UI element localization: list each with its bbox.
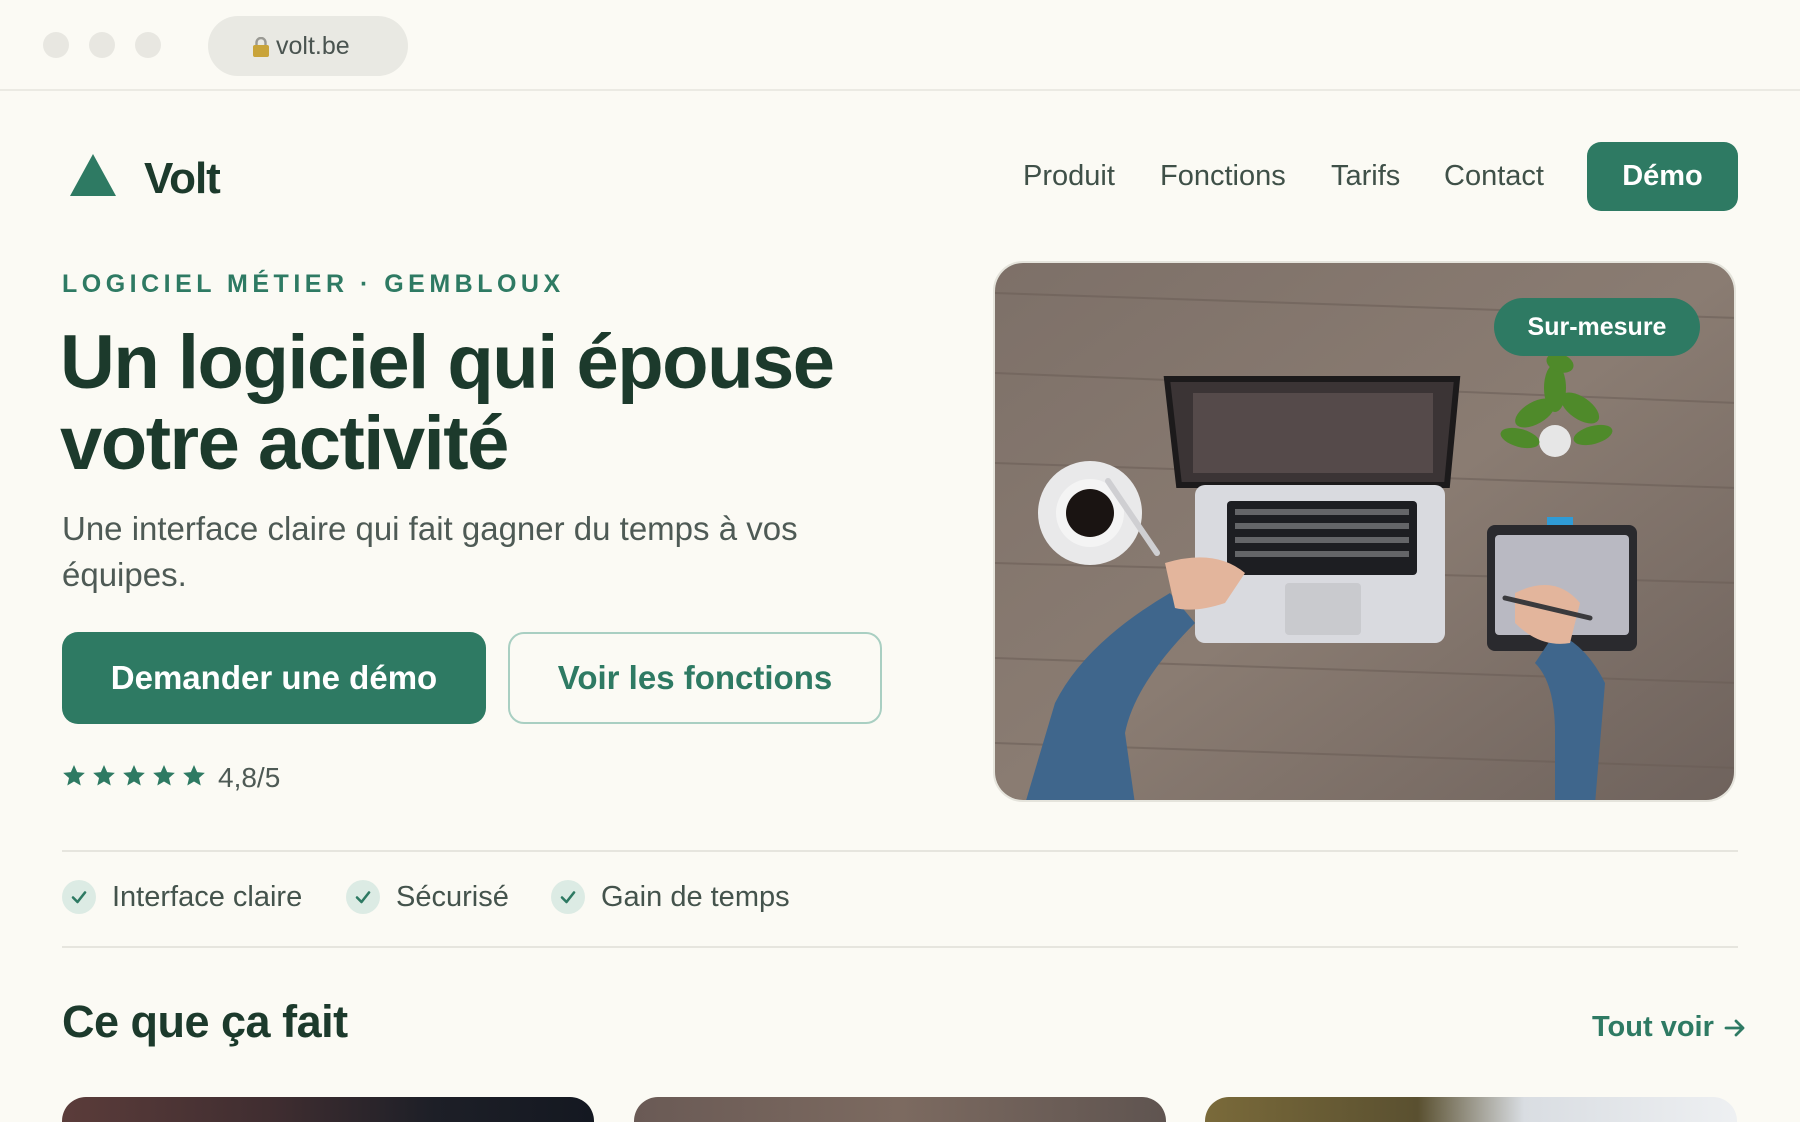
image-badge: Sur-mesure (1494, 298, 1700, 356)
feature-item: Gain de temps (551, 880, 790, 914)
divider (62, 850, 1738, 852)
hero-subtitle: Une interface claire qui fait gagner du … (62, 510, 798, 593)
rating-value: 4,8/5 (218, 762, 281, 793)
nav-link-fonctions[interactable]: Fonctions (1160, 160, 1286, 193)
star-icon (63, 764, 85, 786)
feature-label: Interface claire (112, 880, 303, 913)
nav-link-tarifs[interactable]: Tarifs (1331, 160, 1400, 193)
star-icon (153, 764, 175, 786)
window-minimize-button[interactable] (89, 32, 115, 58)
hero-title-line-2: votre activité (60, 401, 509, 486)
see-all-label: Tout voir (1592, 1011, 1714, 1043)
check-icon (551, 880, 585, 914)
feature-card[interactable] (634, 1097, 1166, 1122)
url-text: volt.be (276, 31, 350, 60)
hero-title: Un logiciel qui épouse votre activité (60, 322, 920, 484)
check-icon (346, 880, 380, 914)
nav-link-produit[interactable]: Produit (1023, 160, 1115, 193)
hero-eyebrow: LOGICIEL MÉTIER · GEMBLOUX (62, 270, 565, 298)
lock-icon (253, 37, 269, 57)
arrow-right-icon (1724, 1019, 1745, 1036)
feature-card[interactable] (1205, 1097, 1737, 1122)
star-icon (183, 764, 205, 786)
see-all-link[interactable]: Tout voir (1592, 1011, 1746, 1044)
logo-triangle-icon[interactable] (69, 153, 117, 197)
address-bar[interactable]: volt.be (208, 16, 408, 76)
request-demo-button[interactable]: Demander une démo (62, 632, 486, 724)
section-title: Ce que ça fait (62, 996, 348, 1047)
feature-item: Sécurisé (346, 880, 509, 914)
demo-button[interactable]: Démo (1587, 142, 1738, 211)
hero-title-line-1: Un logiciel qui épouse (60, 320, 835, 405)
rating-stars (61, 763, 207, 789)
browser-chrome: volt.be (0, 0, 1800, 91)
window-close-button[interactable] (43, 32, 69, 58)
nav-link-contact[interactable]: Contact (1444, 160, 1544, 193)
see-features-button[interactable]: Voir les fonctions (508, 632, 882, 724)
feature-card[interactable] (62, 1097, 594, 1122)
feature-label: Gain de temps (601, 880, 790, 913)
divider (62, 946, 1738, 948)
feature-item: Interface claire (62, 880, 302, 914)
star-icon (123, 764, 145, 786)
check-icon (62, 880, 96, 914)
window-maximize-button[interactable] (135, 32, 161, 58)
brand-name[interactable]: Volt (144, 154, 221, 204)
star-icon (93, 764, 115, 786)
feature-label: Sécurisé (396, 880, 509, 913)
